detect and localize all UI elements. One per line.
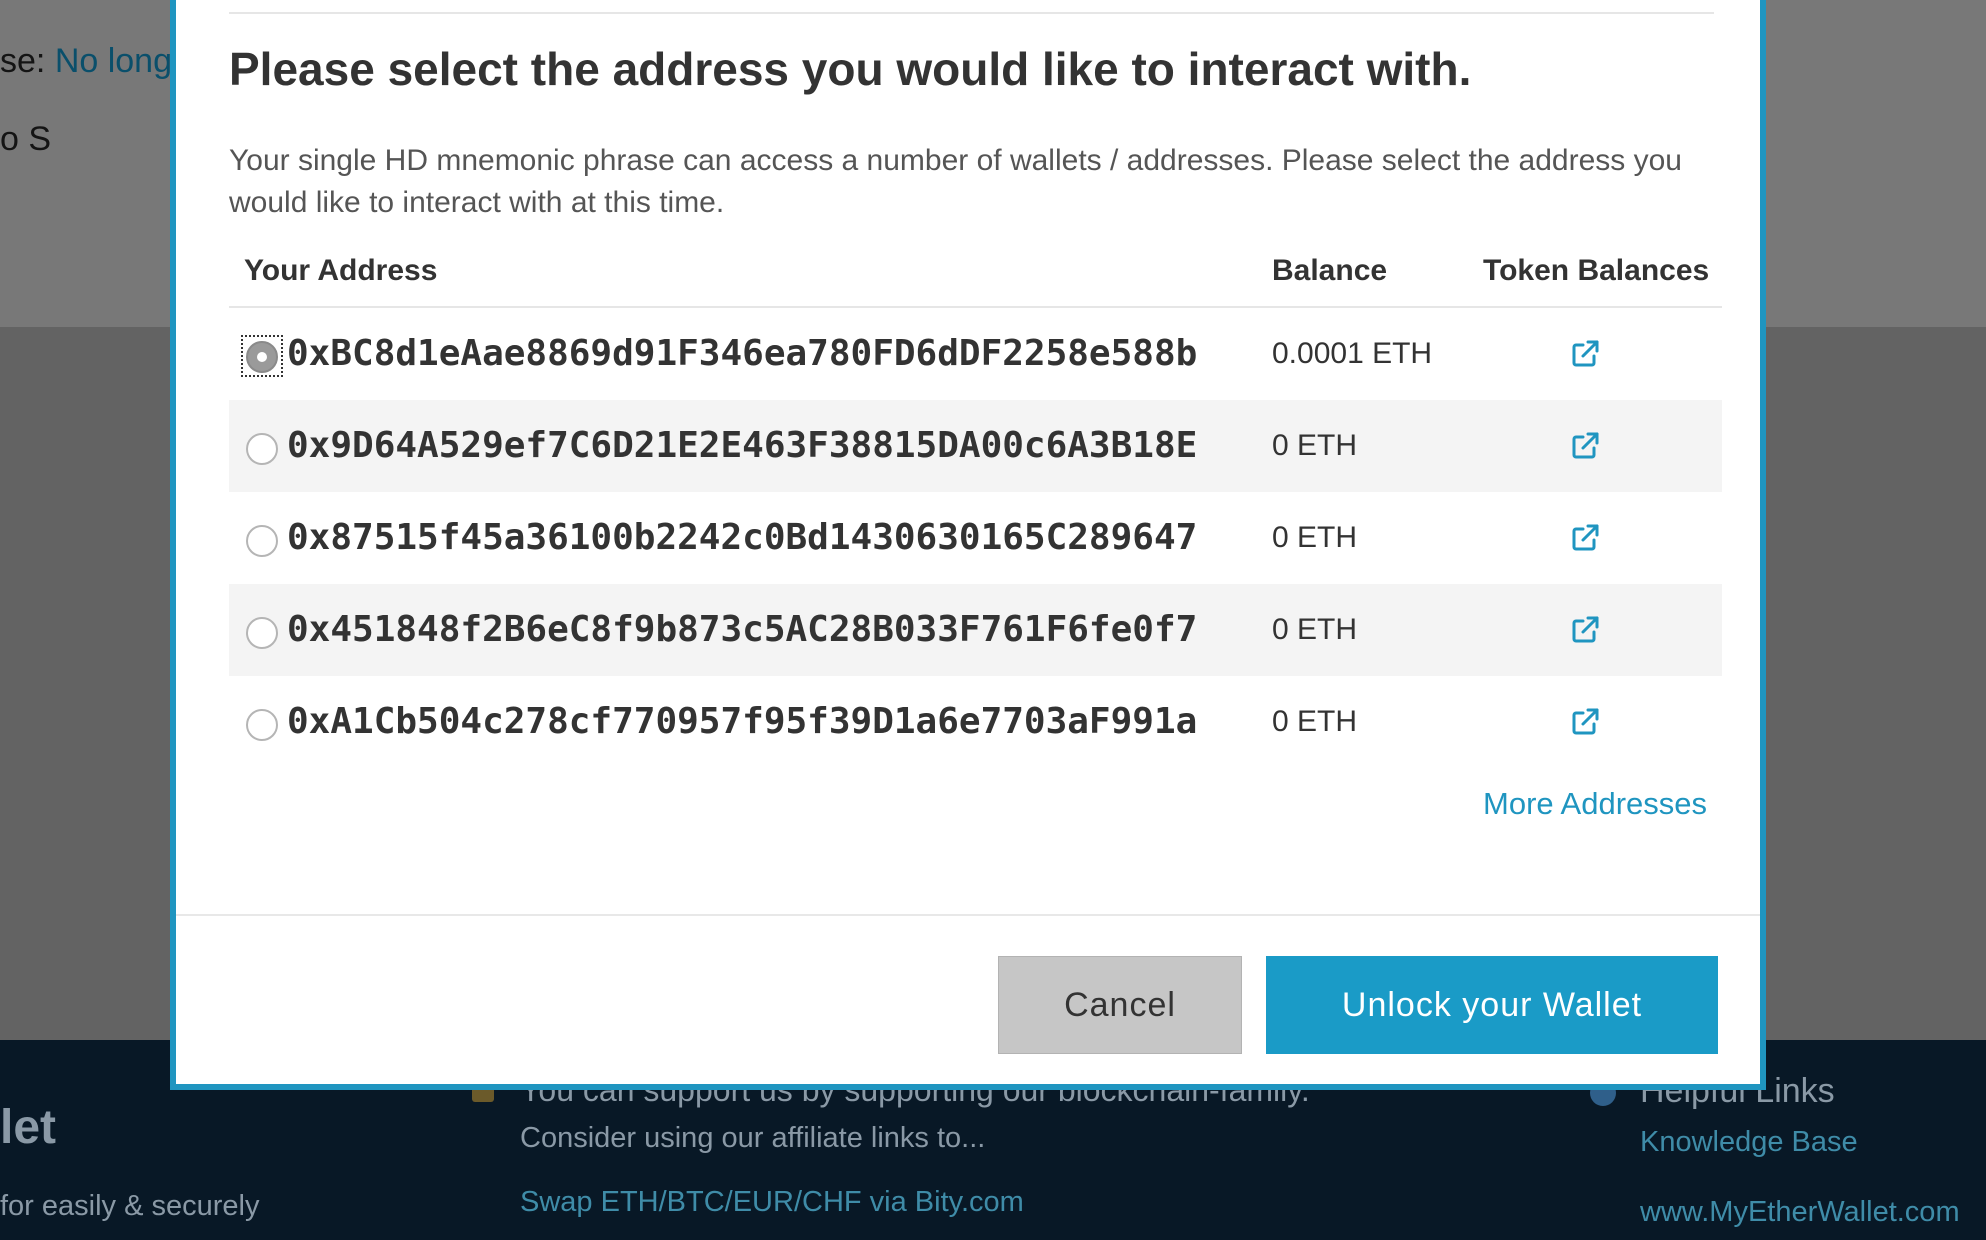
balance-value: 0 ETH [1272,705,1358,738]
address-radio[interactable] [241,703,283,745]
modal-description: Your single HD mnemonic phrase can acces… [229,144,1682,219]
radio-button[interactable] [246,617,278,649]
external-link-icon[interactable] [1569,706,1601,738]
address-radio[interactable] [241,335,283,377]
radio-button[interactable] [246,525,278,557]
divider [229,12,1714,14]
column-header-address: Your Address [244,254,438,287]
table-row[interactable]: 0x451848f2B6eC8f9b873c5AC28B033F761F6fe0… [229,584,1722,676]
background-link: No long [54,42,173,80]
balance-value: 0 ETH [1272,429,1358,462]
external-link-icon[interactable] [1569,430,1601,462]
table-row[interactable]: 0xA1Cb504c278cf770957f95f39D1a6e7703aF99… [229,676,1722,768]
external-link-icon[interactable] [1569,614,1601,646]
radio-button-selected[interactable] [246,341,278,373]
column-header-balance: Balance [1272,254,1388,287]
balance-value: 0.0001 ETH [1272,337,1433,370]
cancel-button[interactable]: Cancel [998,956,1242,1054]
address-value: 0x87515f45a36100b2242c0Bd1430630165C2896… [287,517,1198,558]
modal-footer-divider [176,914,1760,916]
footer-mew-link: www.MyEtherWallet.com [1640,1196,1960,1228]
external-link-icon[interactable] [1569,338,1601,370]
footer-bity-link: Swap ETH/BTC/EUR/CHF via Bity.com [520,1186,1024,1218]
address-value: 0x451848f2B6eC8f9b873c5AC28B033F761F6fe0… [287,609,1198,650]
address-radio[interactable] [241,427,283,469]
address-value: 0x9D64A529ef7C6D21E2E463F38815DA00c6A3B1… [287,425,1198,466]
background-label: se: No long [0,42,173,80]
table-row[interactable]: 0xBC8d1eAae8869d91F346ea780FD6dDF2258e58… [229,308,1722,400]
table-row[interactable]: 0x87515f45a36100b2242c0Bd1430630165C2896… [229,492,1722,584]
address-value: 0xBC8d1eAae8869d91F346ea780FD6dDF2258e58… [287,333,1198,374]
address-radio[interactable] [241,611,283,653]
modal-title: Please select the address you would like… [229,43,1472,95]
address-radio[interactable] [241,519,283,561]
footer-tagline: for easily & securely [0,1190,260,1222]
unlock-wallet-button[interactable]: Unlock your Wallet [1266,956,1718,1054]
balance-value: 0 ETH [1272,613,1358,646]
table-header: Your Address Balance Token Balances [229,242,1722,308]
select-address-modal: Please select the address you would like… [170,0,1766,1090]
table-row[interactable]: 0x9D64A529ef7C6D21E2E463F38815DA00c6A3B1… [229,400,1722,492]
background-label-2: o S [0,120,52,158]
radio-button[interactable] [246,709,278,741]
footer-brand: let [0,1101,57,1154]
more-addresses-link[interactable]: More Addresses [1483,786,1707,822]
external-link-icon[interactable] [1569,522,1601,554]
address-value: 0xA1Cb504c278cf770957f95f39D1a6e7703aF99… [287,701,1198,742]
balance-value: 0 ETH [1272,521,1358,554]
footer-knowledge-base-link: Knowledge Base [1640,1126,1858,1158]
address-table: Your Address Balance Token Balances 0xBC… [229,242,1722,768]
radio-button[interactable] [246,433,278,465]
footer-support-text: Consider using our affiliate links to... [520,1122,986,1154]
column-header-token-balances: Token Balances [1483,254,1710,287]
